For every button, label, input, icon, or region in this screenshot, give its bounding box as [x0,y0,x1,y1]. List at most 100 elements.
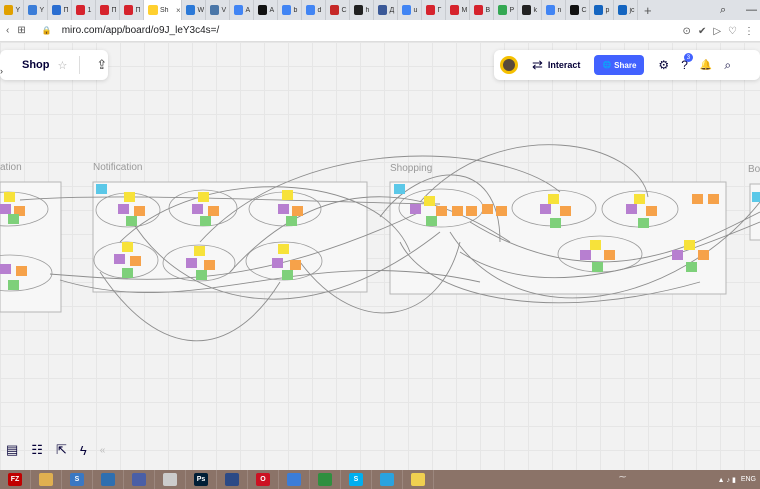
browser-tab[interactable]: b [278,0,302,20]
browser-tab[interactable]: u [398,0,422,20]
taskbar-app-explorer[interactable] [31,470,62,489]
frame-label-shopping[interactable]: Shopping [390,163,432,174]
sticky-note [124,192,135,202]
browser-tab[interactable]: W [182,0,206,20]
share-button[interactable]: 🌐 Share [594,55,645,75]
sticky-note [282,270,293,280]
notes-icon [411,473,425,486]
browser-tab[interactable]: П [48,0,72,20]
help-icon[interactable]: ? 3 [681,53,693,72]
browser-tab[interactable]: p [590,0,614,20]
new-tab-button[interactable]: + [644,3,652,18]
search-tabs-icon[interactable]: ⌕ [720,0,726,20]
close-tab-icon[interactable]: × [176,6,181,15]
browser-tab[interactable]: A [254,0,278,20]
browser-tab[interactable]: k [518,0,542,20]
menu-icon[interactable]: ⋮ [744,26,754,37]
browser-tab[interactable]: Y [24,0,48,20]
browser-tab[interactable]: П [96,0,120,20]
browser-tab[interactable]: M [446,0,470,20]
browser-tab[interactable]: Y [0,0,24,20]
heart-icon[interactable]: ♡ [728,26,737,37]
back-icon[interactable]: ‹ [6,25,9,36]
tab-favicon-icon [306,5,316,15]
minimize-button[interactable]: — [746,0,757,20]
sticky-note [638,218,649,228]
sticky-note [550,218,561,228]
layout-icon[interactable]: ☷ [31,442,43,458]
tab-title: M [461,6,468,14]
windows-taskbar: FZ S Ps O S ▲ ♪ ▮ ENG [0,470,760,489]
taskbar-app-app10[interactable] [279,470,310,489]
frame-label-notification[interactable]: Notification [93,162,142,173]
tab-active[interactable]: Sh × [144,0,182,20]
skype-icon: S [349,473,363,486]
filter-icon[interactable]: ⚙ [658,58,669,72]
star-icon[interactable]: ☆ [58,59,68,72]
taskbar-app-opera[interactable]: O [248,470,279,489]
screenshot-icon[interactable]: ⊙ [683,26,691,37]
tray-icons[interactable]: ▲ ♪ ▮ [718,476,736,484]
tab-title: Д [389,6,395,14]
tab-title: P [509,6,515,14]
tab-favicon-icon [148,5,158,15]
browser-tab[interactable]: B [470,0,494,20]
interact-icon[interactable]: ⇄ [532,57,543,73]
collapse-icon[interactable]: « [100,445,106,456]
browser-tab[interactable]: 1 [72,0,96,20]
sticky-note [646,206,657,216]
browser-tab[interactable]: Г [422,0,446,20]
taskbar-app-telegram[interactable] [372,470,403,489]
search-icon[interactable]: ⌕ [724,58,731,73]
browser-tab[interactable]: Д [374,0,398,20]
sticky-note [0,264,11,274]
browser-tab[interactable]: A [230,0,254,20]
taskbar-app-filezilla[interactable]: FZ [0,470,31,489]
language-indicator[interactable]: ENG [741,476,756,483]
apps-icon[interactable]: ⊞ [17,25,25,36]
taskbar-app-app4[interactable] [93,470,124,489]
taskbar-app-photoshop[interactable]: Ps [186,470,217,489]
tab-favicon-icon [186,5,196,15]
sticky-note [204,260,215,270]
send-icon[interactable]: ▷ [713,26,721,37]
interact-button[interactable]: Interact [548,60,581,70]
sticky-note [692,194,703,204]
extension-icon[interactable]: ✔ [698,26,706,37]
tab-favicon-icon [354,5,364,15]
telegram-icon [380,473,394,486]
url-input[interactable]: miro.com/app/board/o9J_leY3c4s=/ [62,25,220,36]
taskbar-app-notes[interactable] [403,470,434,489]
menu-edge[interactable]: › [0,66,3,76]
browser-tab[interactable]: C [326,0,350,20]
frame-label-left[interactable]: ation [0,162,22,173]
board-canvas[interactable]: ation Notification Shopping Bo › Shop ☆ … [0,42,760,470]
share-screen-icon[interactable]: ⇱ [56,442,67,458]
sticky-note [196,270,207,280]
taskbar-app-app3[interactable]: S [62,470,93,489]
taskbar-app-skype[interactable]: S [341,470,372,489]
bell-icon[interactable]: 🔔 [700,60,712,71]
comment-icon[interactable]: ▤ [6,442,18,458]
browser-tab[interactable]: h [350,0,374,20]
browser-tab[interactable]: П [120,0,144,20]
browser-tab[interactable]: P [494,0,518,20]
avatar[interactable] [500,56,518,74]
browser-tab[interactable]: V [206,0,230,20]
browser-tab[interactable]: d [302,0,326,20]
frame-label-right[interactable]: Bo [748,164,760,175]
taskbar-app-app6[interactable] [155,470,186,489]
lock-icon[interactable]: 🔒 [42,26,52,35]
board-content [0,144,760,342]
flash-icon[interactable]: ϟ [80,443,87,458]
browser-tab[interactable]: jc [614,0,638,20]
browser-tab[interactable]: C [566,0,590,20]
browser-tab[interactable]: n [542,0,566,20]
taskbar-app-app8[interactable] [217,470,248,489]
upload-icon[interactable]: ⇪ [96,57,107,73]
taskbar-app-app5[interactable] [124,470,155,489]
board-name[interactable]: Shop [22,59,50,71]
taskbar-app-app11[interactable] [310,470,341,489]
tab-favicon-icon [258,5,268,15]
tab-title: p [605,6,610,14]
